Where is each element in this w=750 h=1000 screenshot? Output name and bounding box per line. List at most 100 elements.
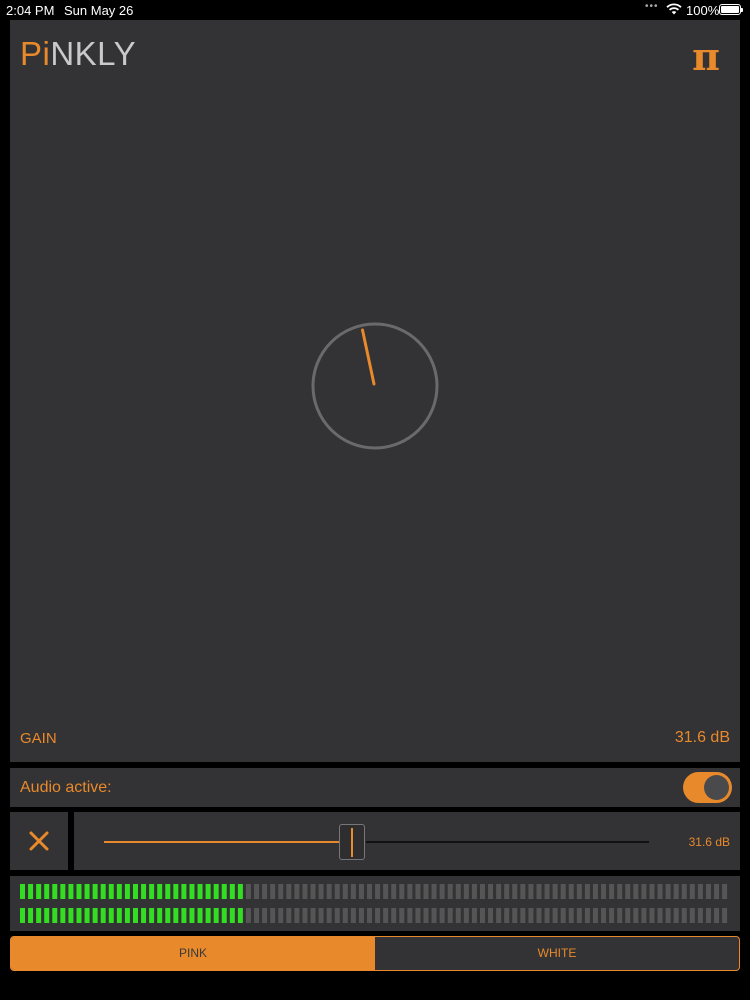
meter-segment: [544, 884, 550, 899]
meter-segment: [584, 884, 590, 899]
meter-segment: [375, 908, 381, 923]
meter-segment: [181, 884, 187, 899]
status-date: Sun May 26: [64, 3, 134, 18]
knob-ring: [311, 322, 439, 450]
audio-active-label: Audio active:: [20, 779, 112, 796]
meter-segment: [116, 884, 122, 899]
meter-segment: [407, 884, 413, 899]
meter-segment: [471, 884, 477, 899]
meter-segment: [705, 908, 711, 923]
pi-menu-icon[interactable]: π: [686, 34, 726, 78]
logo-rest: NKLY: [50, 35, 137, 72]
meter-segment: [100, 884, 106, 899]
meter-segment: [237, 908, 243, 923]
meter-segment: [512, 884, 518, 899]
meter-segment: [665, 908, 671, 923]
meter-segment: [383, 884, 389, 899]
meter-segment: [254, 884, 260, 899]
meter-segment: [399, 908, 405, 923]
slider-track-filled: [104, 841, 341, 843]
meter-segment: [471, 908, 477, 923]
status-time: 2:04 PM: [6, 3, 55, 18]
meter-segment: [649, 884, 655, 899]
meter-segment: [423, 908, 429, 923]
meter-segment: [84, 884, 90, 899]
meter-segment: [141, 884, 147, 899]
meter-segment: [245, 884, 251, 899]
meter-segment: [641, 908, 647, 923]
meter-segment: [358, 884, 364, 899]
meter-segment: [221, 908, 227, 923]
meter-segment: [520, 908, 526, 923]
audio-active-row: Audio active:: [10, 768, 740, 807]
mute-button[interactable]: [10, 812, 68, 870]
meter-segment: [92, 908, 98, 923]
meter-segment: [350, 908, 356, 923]
meter-segment: [213, 908, 219, 923]
meter-segment: [415, 884, 421, 899]
meter-segment: [488, 884, 494, 899]
meter-segment: [431, 884, 437, 899]
meter-segment: [52, 908, 58, 923]
meter-segment: [326, 884, 332, 899]
meter-segment: [415, 908, 421, 923]
meter-segment: [342, 884, 348, 899]
meter-segment: [286, 908, 292, 923]
meter-segment: [673, 908, 679, 923]
meter-segment: [108, 884, 114, 899]
meter-segment: [189, 908, 195, 923]
meter-segment: [681, 884, 687, 899]
meter-segment: [124, 908, 130, 923]
meter-segment: [278, 884, 284, 899]
meter-segment: [496, 908, 502, 923]
slider-track-empty: [366, 841, 649, 843]
meter-segment: [157, 884, 163, 899]
meter-segment: [633, 884, 639, 899]
audio-active-toggle[interactable]: [683, 772, 732, 803]
meter-segment: [60, 908, 66, 923]
meter-segment: [262, 884, 268, 899]
meter-segment: [367, 908, 373, 923]
meter-segment: [68, 908, 74, 923]
volume-slider[interactable]: 31.6 dB: [74, 812, 740, 870]
slider-thumb[interactable]: [339, 824, 365, 860]
meter-segment: [318, 884, 324, 899]
meter-segment: [149, 884, 155, 899]
meter-segment: [455, 908, 461, 923]
knob-indicator: [361, 328, 376, 386]
meter-segment: [181, 908, 187, 923]
toggle-knob: [704, 775, 729, 800]
meter-segment: [245, 908, 251, 923]
meter-segment: [625, 908, 631, 923]
meter-segment: [108, 908, 114, 923]
meter-segment: [560, 884, 566, 899]
meter-segment: [609, 908, 615, 923]
meter-segment: [399, 884, 405, 899]
multitasking-dots: •••: [645, 1, 659, 12]
logo-accent: Pi: [20, 35, 51, 72]
meter-segment: [213, 884, 219, 899]
meter-segment: [334, 884, 340, 899]
meter-segment: [358, 908, 364, 923]
noise-option-white[interactable]: WHITE: [375, 937, 739, 970]
meter-segment: [447, 908, 453, 923]
meter-segment: [633, 908, 639, 923]
meter-segment: [431, 908, 437, 923]
meter-segment: [601, 884, 607, 899]
gain-knob[interactable]: [311, 322, 439, 450]
meter-segment: [270, 884, 276, 899]
meter-segment: [302, 908, 308, 923]
meter-segment: [463, 884, 469, 899]
meter-segment: [504, 908, 510, 923]
meter-segment: [528, 908, 534, 923]
meter-segment: [625, 884, 631, 899]
gain-label: GAIN: [20, 730, 57, 747]
meter-segment: [722, 908, 728, 923]
meter-segment: [568, 908, 574, 923]
meter-segment: [479, 908, 485, 923]
meter-segment: [609, 884, 615, 899]
meter-segment: [391, 908, 397, 923]
noise-option-pink[interactable]: PINK: [11, 937, 375, 970]
meter-segment: [197, 884, 203, 899]
meter-segment: [455, 884, 461, 899]
